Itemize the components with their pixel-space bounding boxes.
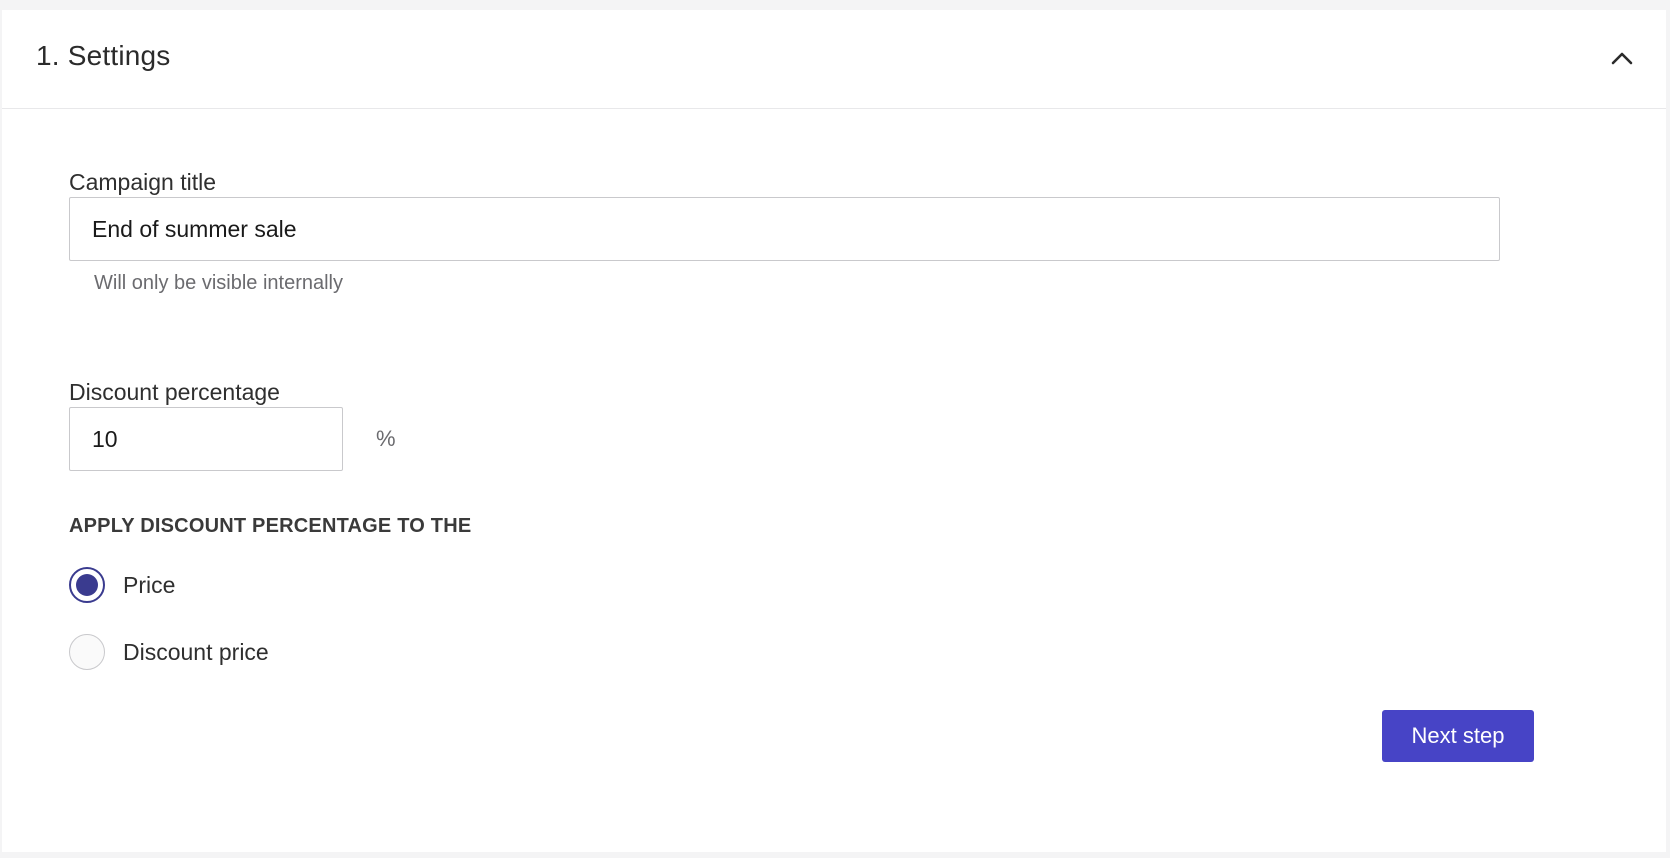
- next-step-button[interactable]: Next step: [1382, 710, 1534, 762]
- radio-label-discount-price: Discount price: [123, 638, 269, 665]
- radio-option-discount-price[interactable]: Discount price: [69, 634, 269, 670]
- apply-discount-heading: APPLY DISCOUNT PERCENTAGE TO THE: [69, 515, 472, 537]
- radio-option-price[interactable]: Price: [69, 567, 175, 603]
- radio-selected-dot: [76, 574, 98, 596]
- radio-button-discount-price[interactable]: [69, 634, 105, 670]
- chevron-up-icon: [1611, 52, 1633, 65]
- campaign-title-helper: Will only be visible internally: [94, 272, 343, 294]
- panel-header[interactable]: 1. Settings: [2, 10, 1666, 109]
- settings-panel: 1. Settings Campaign title Will only be …: [2, 10, 1666, 852]
- collapse-button[interactable]: [1602, 38, 1642, 78]
- discount-percentage-input[interactable]: [69, 407, 343, 471]
- campaign-title-label: Campaign title: [69, 169, 217, 195]
- panel-title: 1. Settings: [36, 40, 171, 71]
- percent-unit: %: [376, 426, 396, 451]
- campaign-title-input[interactable]: [69, 197, 1500, 261]
- radio-button-price[interactable]: [69, 567, 105, 603]
- discount-percentage-label: Discount percentage: [69, 379, 280, 405]
- radio-label-price: Price: [123, 571, 176, 598]
